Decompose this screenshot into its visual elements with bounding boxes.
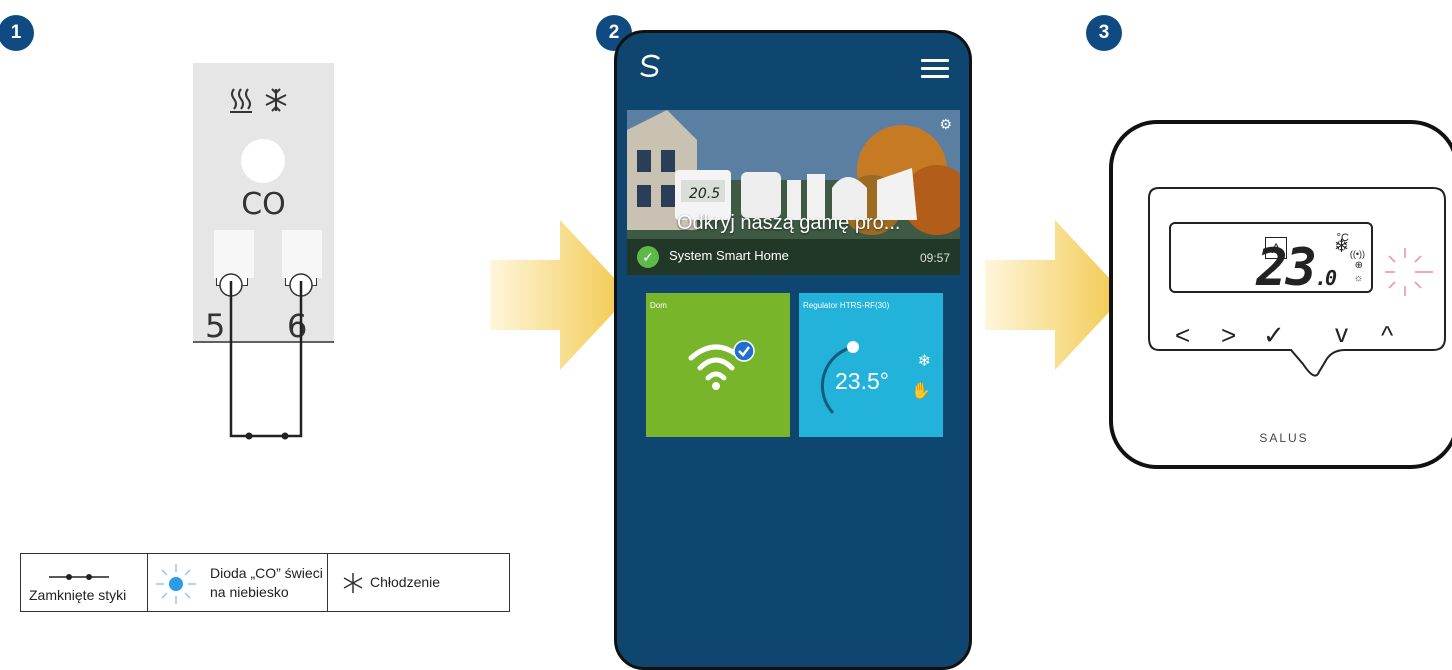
tile-home[interactable]: Dom	[646, 293, 790, 437]
check-icon: ✓	[637, 246, 659, 268]
tile-regulator[interactable]: Regulator HTRS-RF(30) 23.5° ❄ ✋	[799, 293, 943, 437]
tile-regulator-label: Regulator HTRS-RF(30)	[803, 301, 890, 310]
banner-title: Odkryj naszą gamę pro...	[677, 212, 901, 234]
legend-led-line2: na niebiesko	[210, 584, 289, 600]
blink-indicator	[1385, 248, 1433, 296]
sun-icon: ☼	[1353, 273, 1363, 284]
lcd-display: A ❄ 23.0 °C ((•)) ⊕ ☼	[1169, 222, 1373, 294]
legend-cooling: Chłodzenie	[328, 554, 509, 611]
arrow-right-icon-1	[490, 220, 630, 370]
button-right[interactable]: >	[1221, 320, 1236, 351]
legend-closed-contacts-label: Zamknięte styki	[29, 587, 127, 603]
banner-status-text: System Smart Home	[669, 248, 789, 263]
heat-cool-icon	[193, 85, 334, 122]
temperature-value: 23	[1256, 238, 1317, 298]
tile-regulator-temp: 23.5°	[835, 368, 889, 394]
co-label: CO	[241, 187, 286, 222]
hand-icon: ✋	[911, 383, 931, 400]
closed-contacts-icon	[49, 574, 109, 580]
svg-text:20.5: 20.5	[689, 186, 720, 202]
brand-logo: SALUS	[1259, 431, 1309, 445]
legend-led: Dioda „CO” świeci na niebiesko	[148, 554, 328, 611]
gear-icon[interactable]: ⚙	[939, 116, 952, 133]
temperature-decimal: .0	[1314, 266, 1337, 290]
tile-home-label: Dom	[650, 301, 667, 310]
legend-led-line1: Dioda „CO” świeci	[210, 565, 323, 581]
temperature-display: 23.0	[1256, 242, 1337, 304]
unit-label: °C	[1336, 232, 1349, 244]
banner-status-bar: ✓ System Smart Home 09:57	[627, 239, 960, 275]
step-badge-3: 3	[1086, 15, 1122, 51]
thermostat-device: A ❄ 23.0 °C ((•)) ⊕ ☼ < > ✓ v ^ SALUS	[1109, 120, 1452, 469]
button-up[interactable]: ^	[1381, 320, 1393, 351]
co-led	[241, 139, 285, 183]
phone-app-screen: 20.5 ⚙ Odkryj naszą gamę pro... ✓ System…	[614, 30, 972, 670]
wiring-diagram	[193, 230, 334, 440]
button-left[interactable]: <	[1175, 320, 1190, 351]
legend-table: Zamknięte styki Dioda „CO” świeci na nie…	[20, 553, 510, 612]
globe-icon: ⊕	[1354, 260, 1363, 271]
promo-banner[interactable]: 20.5 ⚙ Odkryj naszą gamę pro... ✓ System…	[627, 110, 960, 275]
step-badge-1: 1	[0, 15, 34, 51]
arrow-right-icon-2	[985, 220, 1125, 370]
signal-icon: ((•))	[1349, 249, 1365, 259]
blue-led-icon	[156, 564, 196, 604]
snowflake-icon: ❄	[917, 353, 931, 370]
salus-logo-icon	[637, 53, 663, 86]
banner-time: 09:57	[919, 251, 950, 265]
button-confirm[interactable]: ✓	[1263, 320, 1285, 351]
snowflake-icon	[343, 573, 363, 593]
legend-cooling-label: Chłodzenie	[370, 574, 441, 590]
button-down[interactable]: v	[1335, 318, 1348, 349]
legend-closed-contacts: Zamknięte styki	[21, 554, 148, 611]
hamburger-menu-icon[interactable]	[921, 59, 949, 83]
wifi-icon	[688, 340, 755, 390]
